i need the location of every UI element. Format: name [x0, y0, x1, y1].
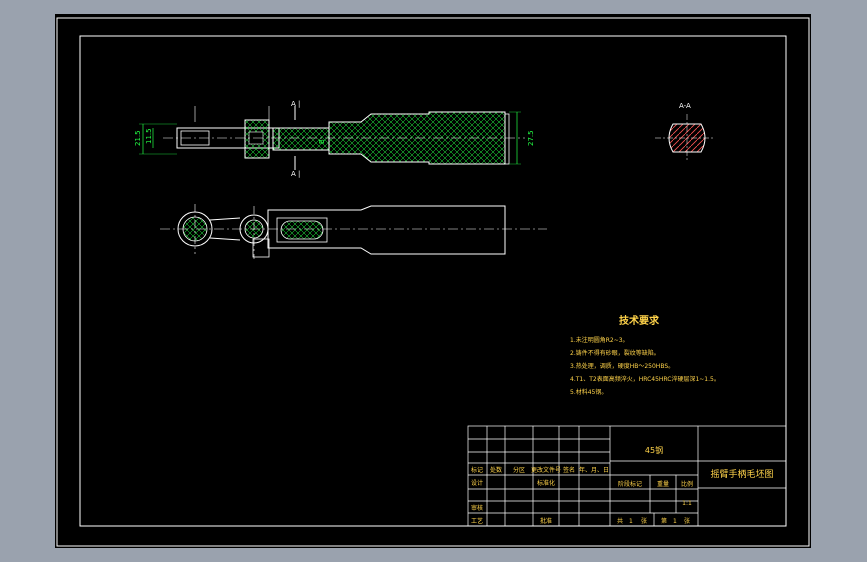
label-scale: 比例 — [681, 480, 693, 488]
dim-11-5: 11.5 — [145, 128, 153, 144]
sheet-prefix: 第 — [661, 517, 667, 525]
label-stage-mark: 阶段标记 — [618, 480, 642, 488]
tech-req-item: 1.未注明圆角R2~3。 — [570, 336, 629, 344]
sheet-count: 1 — [673, 518, 677, 525]
material-label: 45钢 — [645, 445, 663, 455]
label-approve: 批准 — [540, 517, 552, 525]
section-mark-bottom: A | — [291, 170, 300, 178]
section-a-a: A-A — [655, 102, 715, 162]
label-standardization: 标准化 — [537, 479, 555, 487]
header-date: 年、月、日 — [579, 466, 609, 474]
technical-requirements: 技术要求 1.未注明圆角R2~3。 2.铸件不得有砂眼，裂纹等缺陷。 3.热处理… — [570, 314, 720, 396]
tech-req-item: 5.材料45钢。 — [570, 388, 607, 396]
dim-27-5: 27.5 — [527, 130, 535, 146]
section-mark-top: A | — [291, 100, 300, 108]
total-count: 1 — [629, 518, 633, 525]
header-mark: 标记 — [471, 466, 483, 474]
front-view — [160, 204, 547, 259]
tech-req-item: 4.T1、T2表面高频淬火，HRC45HRC淬硬层深1~1.5。 — [570, 375, 720, 383]
outer-frame — [56, 17, 810, 547]
cad-viewport[interactable]: A | A | 21.5 11.5 B 27.5 A-A 技术要求 1.未注明圆… — [55, 14, 811, 548]
header-count: 处数 — [490, 466, 502, 474]
section-view-label: A-A — [679, 102, 691, 110]
section-view: A | A | 21.5 11.5 B 27.5 — [134, 100, 535, 178]
scale-value: 1:1 — [682, 500, 692, 507]
tech-req-title: 技术要求 — [619, 314, 660, 327]
header-zone: 分区 — [513, 466, 525, 474]
tech-req-item: 2.铸件不得有砂眼，裂纹等缺陷。 — [570, 349, 660, 357]
label-review: 审核 — [471, 504, 483, 512]
drawing-sheet: A | A | 21.5 11.5 B 27.5 A-A 技术要求 1.未注明圆… — [56, 17, 810, 547]
drawing-title: 摇臂手柄毛坯图 — [710, 468, 773, 480]
label-process: 工艺 — [471, 517, 483, 525]
total-prefix: 共 — [617, 517, 623, 525]
label-weight: 重量 — [657, 480, 669, 488]
tech-req-item: 3.热处理，调质，硬度HB～250HBS。 — [570, 362, 674, 370]
dim-b: B — [318, 139, 326, 144]
sheets-label: 张 — [641, 517, 647, 525]
header-change-doc: 更改文件号 — [531, 466, 561, 474]
label-design: 设计 — [471, 479, 483, 487]
dim-21-5: 21.5 — [134, 130, 142, 146]
header-sign: 签名 — [563, 466, 575, 474]
sheets-label-2: 张 — [684, 517, 690, 525]
